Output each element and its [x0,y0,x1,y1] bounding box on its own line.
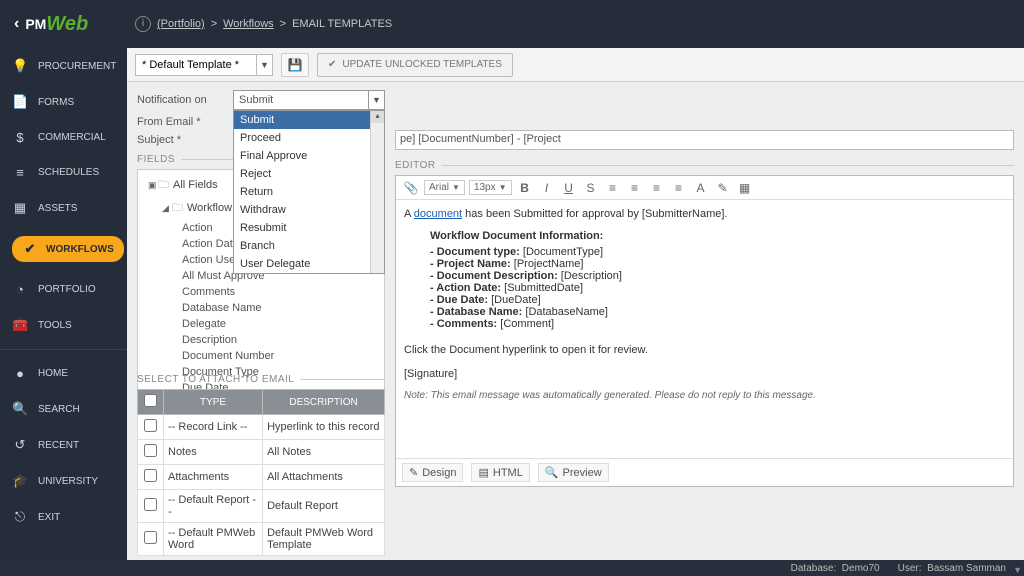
table-row: -- Default PMWeb WordDefault PMWeb Word … [138,523,385,556]
row-checkbox[interactable] [144,419,157,432]
chevron-down-icon[interactable]: ▼ [1013,565,1022,575]
sidebar-item-home[interactable]: ●HOME [0,356,127,391]
sidebar-item-tools[interactable]: 🧰TOOLS [0,307,127,343]
font-select[interactable]: Arial▼ [424,180,465,195]
attach-icon[interactable]: 📎 [402,181,420,195]
col-desc[interactable]: DESCRIPTION [263,390,385,415]
notification-label: Notification on [137,94,233,106]
sidebar: 💡PROCUREMENT📄FORMS$COMMERCIAL≡SCHEDULES▦… [0,48,127,560]
crumb-page: EMAIL TEMPLATES [292,18,392,30]
sidebar-item-search[interactable]: 🔍SEARCH [0,391,127,427]
save-button[interactable]: 💾 [281,53,309,77]
row-checkbox[interactable] [144,498,157,511]
sidebar-item-schedules[interactable]: ≡SCHEDULES [0,155,127,190]
check-icon: ✔ [328,59,336,70]
sidebar-item-university[interactable]: 🎓UNIVERSITY [0,463,127,499]
sidebar-item-procurement[interactable]: 💡PROCUREMENT [0,48,127,84]
tab-preview[interactable]: 🔍Preview [538,463,609,482]
sidebar-item-workflows[interactable]: ✔WORKFLOWS [0,226,127,272]
tree-field[interactable]: Delegate [142,316,380,332]
crumb-workflows[interactable]: Workflows [223,18,274,30]
tree-field[interactable]: Description [142,332,380,348]
dropdown-option[interactable]: Return [234,183,384,201]
from-email-label: From Email * [137,116,233,128]
table-row: -- Record Link --Hyperlink to this recor… [138,415,385,440]
italic-icon[interactable]: I [538,181,556,195]
dropdown-option[interactable]: Reject [234,165,384,183]
bold-icon[interactable]: B [516,181,534,195]
row-checkbox[interactable] [144,469,157,482]
notification-select[interactable]: Submit ▼ SubmitProceedFinal ApproveRejec… [233,90,385,110]
font-color-icon[interactable]: A [692,181,710,195]
table-row: -- Default Report --Default Report [138,490,385,523]
save-icon: 💾 [288,58,303,72]
search-icon: 🔍 [545,466,559,479]
size-select[interactable]: 13px▼ [469,180,512,195]
sidebar-item-portfolio[interactable]: ◔PORTFOLIO [0,272,127,307]
pencil-icon: ✎ [409,466,418,479]
dropdown-option[interactable]: Withdraw [234,201,384,219]
sidebar-item-commercial[interactable]: $COMMERCIAL [0,120,127,155]
tree-field[interactable]: Document Number [142,348,380,364]
subject-label: Subject * [137,134,233,146]
dropdown-option[interactable]: Resubmit [234,219,384,237]
align-right-icon[interactable]: ≡ [648,181,666,195]
dropdown-option[interactable]: Final Approve [234,147,384,165]
document-link[interactable]: document [414,208,462,220]
row-checkbox[interactable] [144,444,157,457]
table-row: AttachmentsAll Attachments [138,465,385,490]
logo: ‹ PMWeb [0,0,127,48]
col-type[interactable]: TYPE [164,390,263,415]
template-select[interactable]: ▼ [135,54,273,76]
sidebar-item-forms[interactable]: 📄FORMS [0,84,127,120]
chevron-down-icon[interactable]: ▼ [256,55,272,75]
back-chevron-icon[interactable]: ‹ [8,15,25,33]
tab-html[interactable]: ▤HTML [471,463,529,482]
tree-field[interactable]: Comments [142,284,380,300]
editor-toolbar: 📎 Arial▼ 13px▼ B I U S ≡ ≡ ≡ ≡ A ✎ ▦ [396,176,1013,200]
row-checkbox[interactable] [144,531,157,544]
dropdown-option[interactable]: Branch [234,237,384,255]
tree-field[interactable]: Database Name [142,300,380,316]
attach-header: SELECT TO ATTACH TO EMAIL [137,374,385,385]
tab-design[interactable]: ✎Design [402,463,463,482]
sidebar-item-assets[interactable]: ▦ASSETS [0,190,127,226]
info-icon[interactable]: i [135,16,151,32]
crumb-portfolio[interactable]: (Portfolio) [157,18,205,30]
dropdown-option[interactable]: Submit [234,111,384,129]
image-icon[interactable]: ▦ [736,181,754,195]
align-center-icon[interactable]: ≡ [626,181,644,195]
dropdown-option[interactable]: User Delegate [234,255,384,273]
notification-dropdown: SubmitProceedFinal ApproveRejectReturnWi… [233,110,385,274]
align-justify-icon[interactable]: ≡ [670,181,688,195]
sidebar-item-recent[interactable]: ↺RECENT [0,427,127,463]
dropdown-option[interactable]: Proceed [234,129,384,147]
strike-icon[interactable]: S [582,181,600,195]
editor-body[interactable]: A document has been Submitted for approv… [396,200,1013,458]
subject-input[interactable]: pe] [DocumentNumber] - [Project [395,130,1014,150]
bg-color-icon[interactable]: ✎ [714,181,732,195]
code-icon: ▤ [478,466,488,479]
editor-header: EDITOR [395,160,1014,171]
update-unlocked-button[interactable]: ✔UPDATE UNLOCKED TEMPLATES [317,53,513,77]
sidebar-item-exit[interactable]: ⎋EXIT [0,499,127,535]
align-left-icon[interactable]: ≡ [604,181,622,195]
chevron-down-icon[interactable]: ▼ [368,91,384,109]
editor: 📎 Arial▼ 13px▼ B I U S ≡ ≡ ≡ ≡ A ✎ ▦ [395,175,1014,487]
template-input[interactable] [136,59,256,71]
underline-icon[interactable]: U [560,181,578,195]
toolbar: ▼ 💾 ✔UPDATE UNLOCKED TEMPLATES [127,48,1024,82]
table-row: NotesAll Notes [138,440,385,465]
status-bar: Database: Demo70 User: Bassam Samman ▼ [0,560,1024,576]
breadcrumb: i (Portfolio) > Workflows > EMAIL TEMPLA… [127,16,392,32]
attach-check-all[interactable] [144,394,157,407]
check-icon: ✔ [22,241,38,257]
attach-table: TYPE DESCRIPTION -- Record Link --Hyperl… [137,389,385,556]
